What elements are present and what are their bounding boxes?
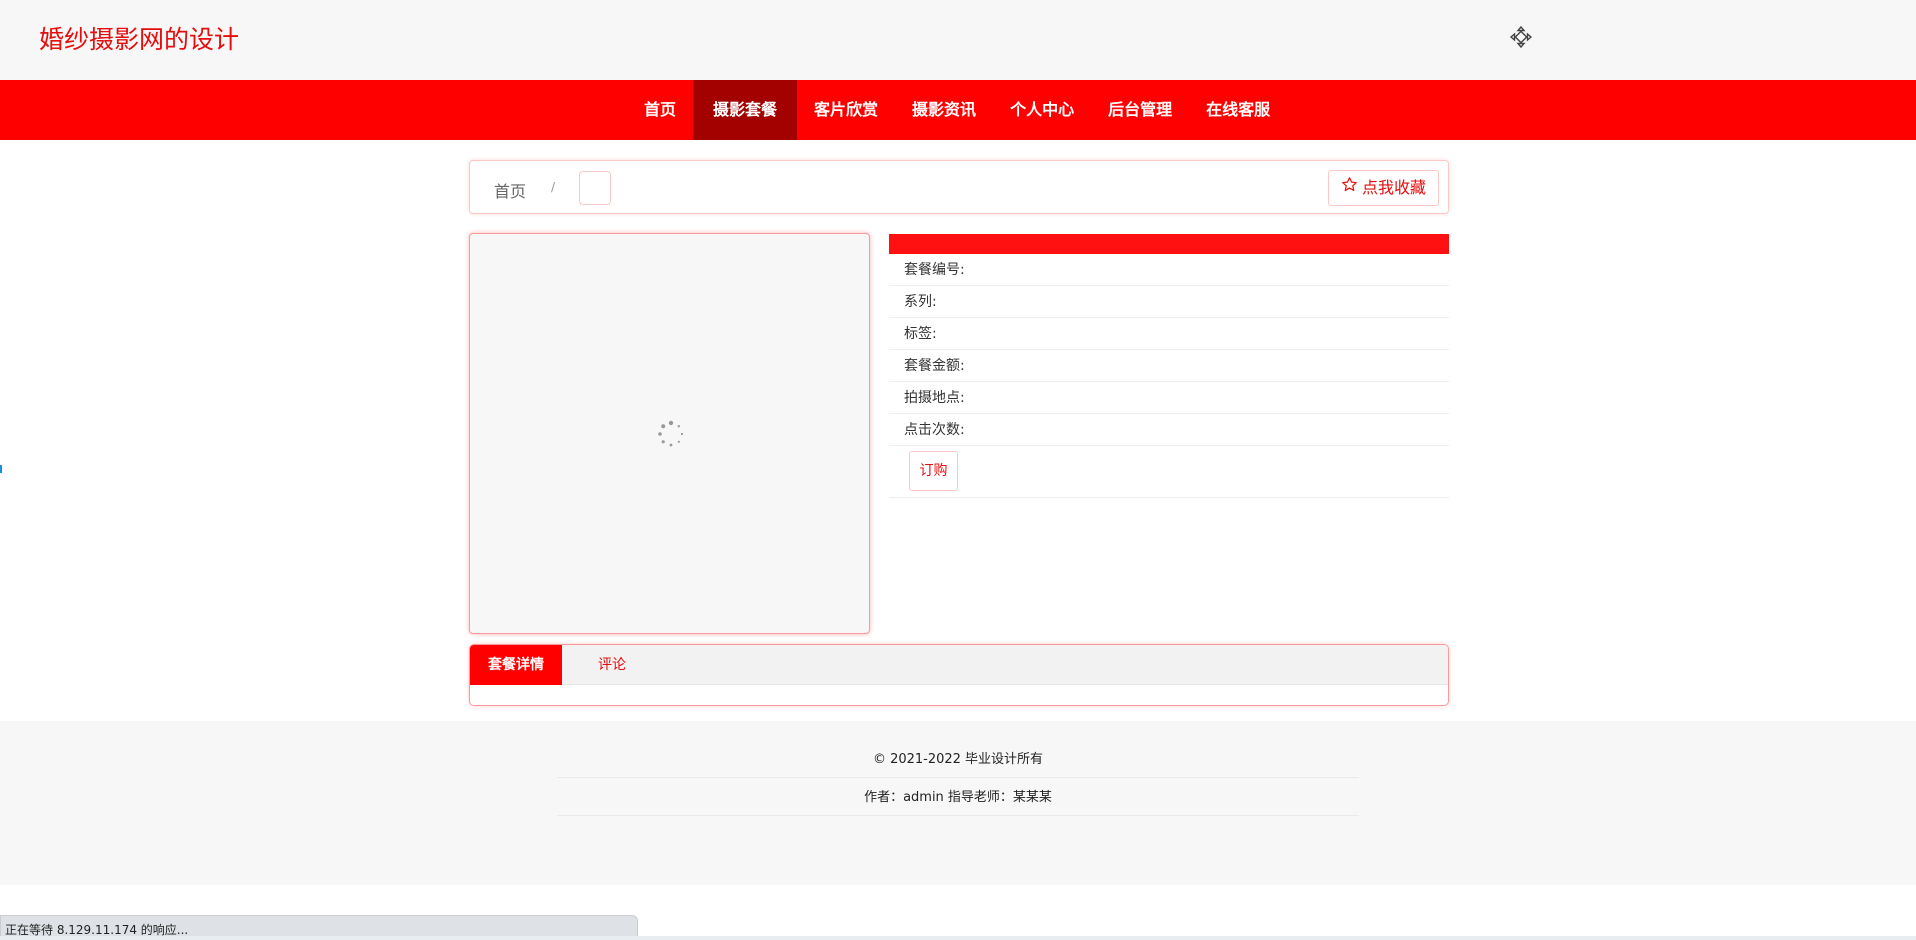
- tabs-header: 套餐详情 评论: [470, 645, 1448, 685]
- nav-item-profile[interactable]: 个人中心: [993, 80, 1091, 140]
- detail-tabs: 套餐详情 评论: [469, 644, 1449, 706]
- loading-spinner-icon: [656, 419, 686, 449]
- page-footer: © 2021-2022 毕业设计所有 作者：admin 指导老师：某某某: [0, 721, 1916, 885]
- order-row: 订购: [889, 446, 1449, 498]
- star-outline-icon: [1341, 171, 1358, 205]
- nav-items: 首页 摄影套餐 客片欣赏 摄影资讯 个人中心 后台管理 在线客服: [627, 80, 1287, 140]
- field-package-number: 套餐编号:: [889, 254, 1449, 286]
- bottom-strip: [0, 936, 1916, 940]
- edge-marker: [0, 465, 2, 473]
- nav-item-admin[interactable]: 后台管理: [1091, 80, 1189, 140]
- site-title[interactable]: 婚纱摄影网的设计: [39, 24, 239, 56]
- top-header: 婚纱摄影网的设计: [0, 0, 1916, 80]
- tab-comments[interactable]: 评论: [562, 645, 644, 685]
- field-click-count: 点击次数:: [889, 414, 1449, 446]
- field-label: 拍摄地点:: [904, 390, 965, 406]
- field-label: 套餐编号:: [904, 262, 965, 278]
- favorite-label: 点我收藏: [1361, 178, 1426, 197]
- favorite-button[interactable]: 点我收藏: [1327, 170, 1439, 206]
- footer-author: 作者：admin 指导老师：某某某: [557, 779, 1359, 816]
- nav-item-home[interactable]: 首页: [627, 80, 693, 140]
- order-button[interactable]: 订购: [909, 451, 958, 491]
- nav-item-gallery[interactable]: 客片欣赏: [797, 80, 895, 140]
- nav-item-packages[interactable]: 摄影套餐: [693, 80, 798, 140]
- field-label: 标签:: [904, 326, 937, 342]
- main-nav: 首页 摄影套餐 客片欣赏 摄影资讯 个人中心 后台管理 在线客服: [0, 80, 1916, 140]
- move-arrows-icon[interactable]: [1508, 24, 1534, 50]
- breadcrumb-separator: /: [551, 180, 556, 194]
- product-title-bar: [889, 234, 1449, 254]
- nav-item-news[interactable]: 摄影资讯: [895, 80, 993, 140]
- breadcrumb: 首页 / 点我收藏: [469, 160, 1449, 214]
- product-info-list: 套餐编号: 系列: 标签: 套餐金额: 拍摄地点: 点击次数: 订购: [889, 254, 1449, 498]
- product-image: [469, 233, 870, 634]
- field-series: 系列:: [889, 286, 1449, 318]
- breadcrumb-home[interactable]: 首页: [494, 178, 526, 202]
- field-tags: 标签:: [889, 318, 1449, 350]
- footer-copyright: © 2021-2022 毕业设计所有: [557, 741, 1359, 778]
- breadcrumb-current[interactable]: [579, 171, 611, 205]
- field-label: 点击次数:: [904, 422, 965, 438]
- field-label: 套餐金额:: [904, 358, 965, 374]
- field-label: 系列:: [904, 294, 937, 310]
- nav-item-support[interactable]: 在线客服: [1189, 80, 1287, 140]
- field-price: 套餐金额:: [889, 350, 1449, 382]
- tab-package-details[interactable]: 套餐详情: [470, 645, 562, 685]
- field-location: 拍摄地点:: [889, 382, 1449, 414]
